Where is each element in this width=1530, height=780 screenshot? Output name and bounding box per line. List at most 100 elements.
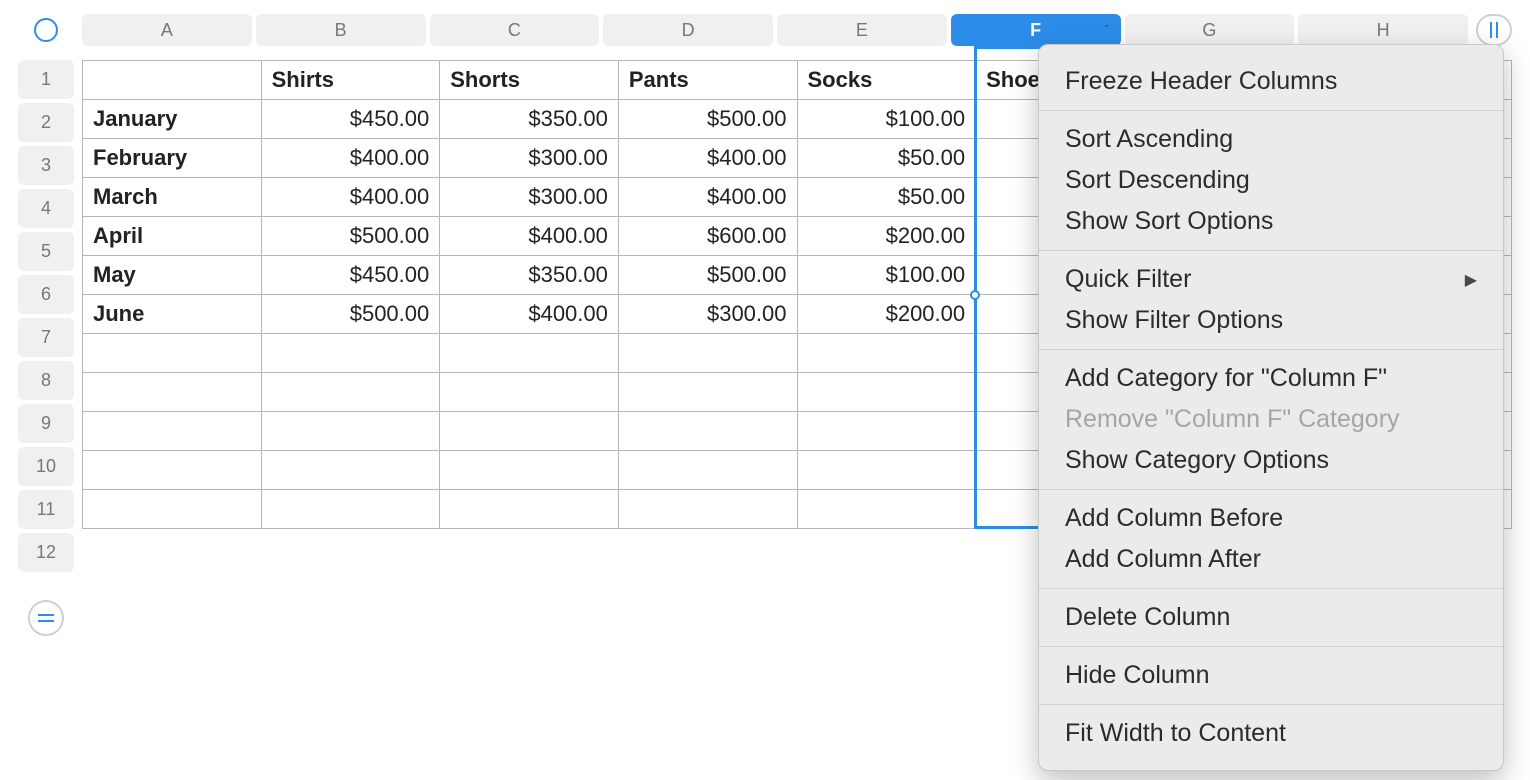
data-cell[interactable] (618, 490, 797, 529)
data-cell[interactable] (618, 373, 797, 412)
menu-quick-filter[interactable]: Quick Filter ▶ (1039, 259, 1503, 300)
row-label-cell[interactable] (83, 451, 262, 490)
data-cell[interactable]: $400.00 (440, 217, 619, 256)
menu-sort-descending[interactable]: Sort Descending (1039, 160, 1503, 201)
data-cell[interactable] (440, 490, 619, 529)
add-column-handle[interactable] (1476, 14, 1512, 46)
data-cell[interactable]: $350.00 (440, 100, 619, 139)
data-cell[interactable]: $500.00 (261, 295, 440, 334)
row-label-cell[interactable]: January (83, 100, 262, 139)
data-cell[interactable]: $500.00 (261, 217, 440, 256)
add-row-handle[interactable] (28, 600, 64, 636)
row-label-cell[interactable] (83, 412, 262, 451)
header-cell[interactable]: Shorts (440, 61, 619, 100)
column-header-a[interactable]: A (82, 14, 252, 46)
row-header-4[interactable]: 4 (18, 189, 74, 228)
row-label-cell[interactable]: April (83, 217, 262, 256)
column-header-d[interactable]: D (603, 14, 773, 46)
data-cell[interactable]: $200.00 (797, 295, 976, 334)
data-cell[interactable] (618, 451, 797, 490)
header-cell[interactable]: Pants (618, 61, 797, 100)
row-label-cell[interactable]: June (83, 295, 262, 334)
data-cell[interactable]: $600.00 (618, 217, 797, 256)
row-label-cell[interactable]: February (83, 139, 262, 178)
data-cell[interactable] (797, 334, 976, 373)
menu-fit-width-to-content[interactable]: Fit Width to Content (1039, 713, 1503, 754)
row-header-7[interactable]: 7 (18, 318, 74, 357)
row-header-2[interactable]: 2 (18, 103, 74, 142)
column-header-g[interactable]: G (1125, 14, 1295, 46)
data-cell[interactable]: $500.00 (618, 256, 797, 295)
menu-add-column-after[interactable]: Add Column After (1039, 539, 1503, 580)
menu-hide-column[interactable]: Hide Column (1039, 655, 1503, 696)
menu-sort-ascending[interactable]: Sort Ascending (1039, 119, 1503, 160)
row-label-cell[interactable]: May (83, 256, 262, 295)
data-cell[interactable] (618, 334, 797, 373)
data-cell[interactable]: $50.00 (797, 139, 976, 178)
chevron-down-icon[interactable]: ˇ (1105, 23, 1109, 37)
menu-freeze-header-columns[interactable]: Freeze Header Columns (1039, 61, 1503, 102)
data-cell[interactable] (440, 451, 619, 490)
row-header-5[interactable]: 5 (18, 232, 74, 271)
data-cell[interactable]: $400.00 (440, 295, 619, 334)
data-cell[interactable]: $100.00 (797, 100, 976, 139)
menu-delete-column[interactable]: Delete Column (1039, 597, 1503, 638)
data-cell[interactable] (440, 334, 619, 373)
column-header-f[interactable]: Fˇ (951, 14, 1121, 46)
menu-show-filter-options[interactable]: Show Filter Options (1039, 300, 1503, 341)
menu-show-sort-options[interactable]: Show Sort Options (1039, 201, 1503, 242)
data-cell[interactable] (261, 373, 440, 412)
data-cell[interactable] (797, 373, 976, 412)
data-cell[interactable]: $400.00 (261, 178, 440, 217)
data-cell[interactable] (261, 490, 440, 529)
data-cell[interactable]: $400.00 (618, 139, 797, 178)
data-cell[interactable]: $50.00 (797, 178, 976, 217)
column-header-b[interactable]: B (256, 14, 426, 46)
column-header-h[interactable]: H (1298, 14, 1468, 46)
data-cell[interactable] (797, 490, 976, 529)
select-all-circle-icon (34, 18, 58, 42)
data-cell[interactable]: $450.00 (261, 256, 440, 295)
menu-item-label: Delete Column (1065, 603, 1230, 632)
data-cell[interactable] (261, 412, 440, 451)
row-header-8[interactable]: 8 (18, 361, 74, 400)
menu-show-category-options[interactable]: Show Category Options (1039, 440, 1503, 481)
row-header-9[interactable]: 9 (18, 404, 74, 443)
data-cell[interactable]: $400.00 (618, 178, 797, 217)
data-cell[interactable]: $100.00 (797, 256, 976, 295)
data-cell[interactable] (440, 373, 619, 412)
table-corner-handle[interactable] (18, 14, 74, 46)
data-cell[interactable] (440, 412, 619, 451)
header-cell[interactable]: Shirts (261, 61, 440, 100)
data-cell[interactable]: $300.00 (440, 178, 619, 217)
menu-item-label: Sort Ascending (1065, 125, 1233, 154)
column-header-c[interactable]: C (430, 14, 600, 46)
data-cell[interactable] (261, 334, 440, 373)
row-label-cell[interactable] (83, 373, 262, 412)
data-cell[interactable]: $400.00 (261, 139, 440, 178)
row-header-12[interactable]: 12 (18, 533, 74, 572)
header-cell[interactable] (83, 61, 262, 100)
row-label-cell[interactable] (83, 490, 262, 529)
data-cell[interactable]: $300.00 (618, 295, 797, 334)
header-cell[interactable]: Socks (797, 61, 976, 100)
menu-add-category[interactable]: Add Category for "Column F" (1039, 358, 1503, 399)
data-cell[interactable] (618, 412, 797, 451)
row-header-6[interactable]: 6 (18, 275, 74, 314)
row-header-10[interactable]: 10 (18, 447, 74, 486)
row-header-1[interactable]: 1 (18, 60, 74, 99)
data-cell[interactable] (797, 451, 976, 490)
data-cell[interactable] (797, 412, 976, 451)
data-cell[interactable]: $350.00 (440, 256, 619, 295)
data-cell[interactable]: $200.00 (797, 217, 976, 256)
data-cell[interactable]: $300.00 (440, 139, 619, 178)
column-header-e[interactable]: E (777, 14, 947, 46)
data-cell[interactable]: $450.00 (261, 100, 440, 139)
data-cell[interactable] (261, 451, 440, 490)
data-cell[interactable]: $500.00 (618, 100, 797, 139)
row-label-cell[interactable] (83, 334, 262, 373)
row-header-3[interactable]: 3 (18, 146, 74, 185)
row-header-11[interactable]: 11 (18, 490, 74, 529)
row-label-cell[interactable]: March (83, 178, 262, 217)
menu-add-column-before[interactable]: Add Column Before (1039, 498, 1503, 539)
